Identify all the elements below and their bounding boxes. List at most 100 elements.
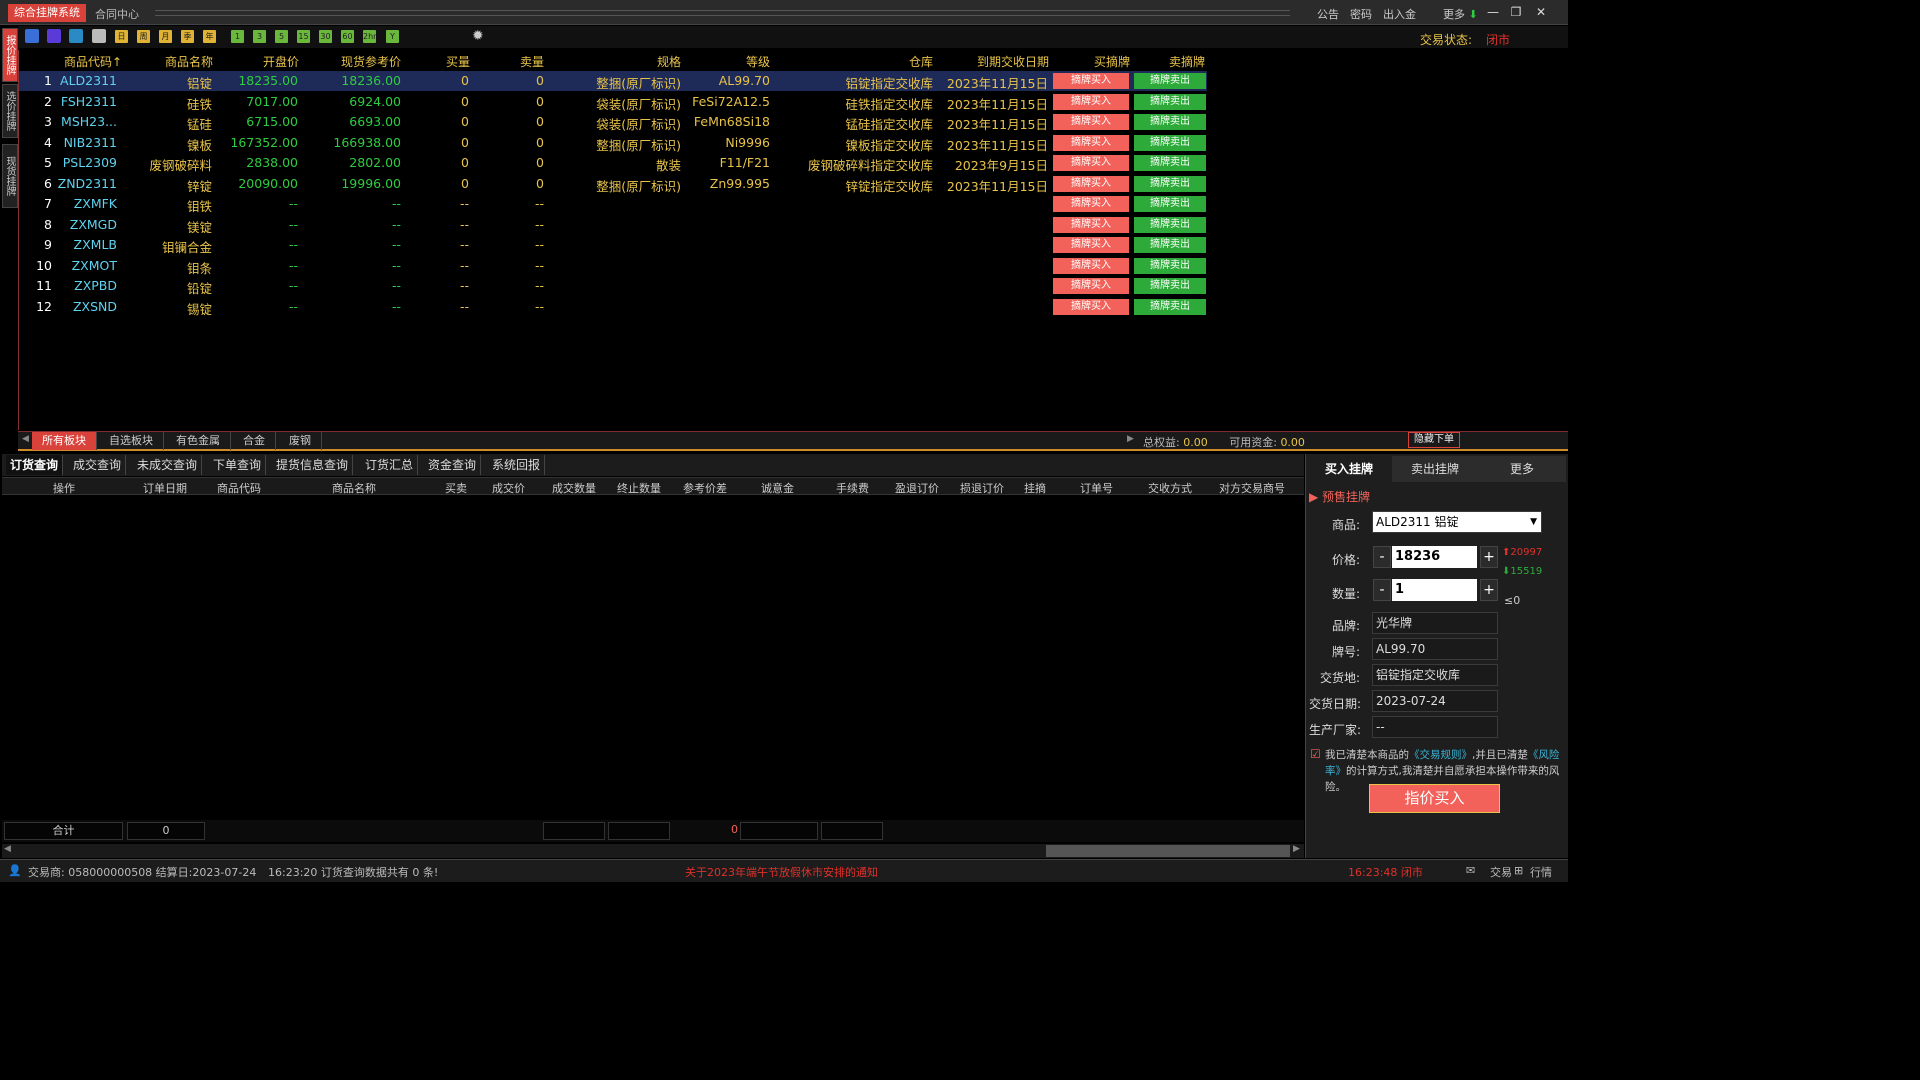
qcol-counterparty[interactable]: 对方交易商号 bbox=[1219, 480, 1285, 496]
minute-60-button[interactable]: 60 bbox=[341, 30, 354, 43]
product-select[interactable]: ALD2311 铝锭 ▼ bbox=[1372, 511, 1542, 533]
mail-icon[interactable]: ✉ bbox=[1466, 864, 1475, 877]
qcol-name[interactable]: 商品名称 bbox=[332, 480, 376, 496]
qcol-order-date[interactable]: 订单日期 bbox=[143, 480, 187, 496]
period-quarter-button[interactable]: 季 bbox=[181, 30, 194, 43]
pick-sell-button[interactable]: 摘牌卖出 bbox=[1134, 155, 1206, 171]
pick-buy-button[interactable]: 摘牌买入 bbox=[1053, 175, 1129, 192]
price-plus-button[interactable]: + bbox=[1480, 546, 1498, 568]
limit-buy-button[interactable]: 指价买入 bbox=[1369, 784, 1500, 813]
pick-sell-button[interactable]: 摘牌卖出 bbox=[1134, 73, 1206, 89]
agree-checkbox[interactable]: ☑ bbox=[1310, 748, 1322, 760]
pick-buy-button[interactable]: 摘牌买入 bbox=[1053, 257, 1129, 274]
vtab-select-listing[interactable]: 选价挂牌 bbox=[2, 84, 18, 138]
price-input[interactable]: 18236 bbox=[1392, 546, 1477, 568]
pick-buy-button[interactable]: 摘牌买入 bbox=[1053, 155, 1129, 171]
vtab-quote-listing[interactable]: 报价挂牌 bbox=[2, 28, 18, 82]
qcol-order-no[interactable]: 订单号 bbox=[1080, 480, 1113, 496]
qcol-fee[interactable]: 手续费 bbox=[836, 480, 869, 496]
pick-sell-button[interactable]: 摘牌卖出 bbox=[1134, 114, 1206, 130]
hscroll-thumb[interactable] bbox=[1046, 845, 1290, 857]
notice-menu[interactable]: 公告 bbox=[1317, 6, 1339, 22]
sector-tab-nonferrous[interactable]: 有色金属 bbox=[166, 432, 231, 450]
tab-fund-query[interactable]: 资金查询 bbox=[424, 455, 482, 475]
quote-mode-link[interactable]: 行情 bbox=[1530, 864, 1552, 880]
pick-sell-button[interactable]: 摘牌卖出 bbox=[1134, 278, 1206, 294]
tab-order-summary[interactable]: 订货汇总 bbox=[361, 455, 419, 475]
scroll-right-icon[interactable]: ▶ bbox=[1127, 434, 1134, 444]
sector-tab-all[interactable]: 所有板块 bbox=[32, 432, 97, 450]
table-view-icon[interactable] bbox=[92, 29, 106, 43]
pick-buy-button[interactable]: 摘牌买入 bbox=[1053, 93, 1129, 110]
tab-buy-listing[interactable]: 买入挂牌 bbox=[1306, 456, 1392, 482]
col-header-delivery-date[interactable]: 到期交收日期 bbox=[977, 53, 1049, 70]
col-header-open[interactable]: 开盘价 bbox=[263, 53, 299, 70]
pick-buy-button[interactable]: 摘牌买入 bbox=[1053, 196, 1129, 212]
settings-gear-icon[interactable]: ✹ bbox=[472, 28, 484, 44]
qcol-list-pick[interactable]: 挂摘 bbox=[1024, 480, 1046, 496]
period-day-button[interactable]: 日 bbox=[115, 30, 128, 43]
qcol-side[interactable]: 买卖 bbox=[445, 480, 467, 496]
qcol-delivery-method[interactable]: 交收方式 bbox=[1148, 480, 1192, 496]
tab-pending-query[interactable]: 未成交查询 bbox=[133, 455, 203, 475]
pick-buy-button[interactable]: 摘牌买入 bbox=[1053, 278, 1129, 294]
pick-sell-button[interactable]: 摘牌卖出 bbox=[1134, 196, 1206, 212]
col-header-warehouse[interactable]: 仓库 bbox=[909, 53, 933, 70]
pick-sell-button[interactable]: 摘牌卖出 bbox=[1134, 93, 1206, 110]
contract-center-tab[interactable]: 合同中心 bbox=[95, 6, 139, 22]
qty-input[interactable]: 1 bbox=[1392, 579, 1477, 601]
minimize-icon[interactable]: — bbox=[1484, 4, 1502, 20]
bar-chart-icon[interactable] bbox=[25, 29, 39, 43]
sector-tab-alloy[interactable]: 合金 bbox=[233, 432, 276, 450]
pick-buy-button[interactable]: 摘牌买入 bbox=[1053, 237, 1129, 253]
notice-link[interactable]: 关于2023年端午节放假休市安排的通知 bbox=[685, 864, 878, 880]
col-header-buy-qty[interactable]: 买量 bbox=[446, 53, 470, 70]
password-menu[interactable]: 密码 bbox=[1350, 6, 1372, 22]
col-header-ref-price[interactable]: 现货参考价 bbox=[341, 53, 401, 70]
tab-more[interactable]: 更多 bbox=[1478, 456, 1566, 482]
minute-5-button[interactable]: 5 bbox=[275, 30, 288, 43]
qty-minus-button[interactable]: - bbox=[1373, 579, 1391, 601]
qcol-code[interactable]: 商品代码 bbox=[217, 480, 261, 496]
pick-buy-button[interactable]: 摘牌买入 bbox=[1053, 73, 1129, 89]
qcol-stop-qty[interactable]: 终止数量 bbox=[617, 480, 661, 496]
hour-2-button[interactable]: 2hr bbox=[363, 30, 376, 43]
tab-submit-query[interactable]: 下单查询 bbox=[209, 455, 267, 475]
period-month-button[interactable]: 月 bbox=[159, 30, 172, 43]
sector-tab-scrap[interactable]: 废钢 bbox=[279, 432, 322, 450]
minute-1-button[interactable]: 1 bbox=[231, 30, 244, 43]
pick-sell-button[interactable]: 摘牌卖出 bbox=[1134, 216, 1206, 233]
col-header-sell-pick[interactable]: 卖摘牌 bbox=[1169, 53, 1205, 70]
scroll-left-icon[interactable]: ◀ bbox=[22, 434, 29, 444]
tab-system-report[interactable]: 系统回报 bbox=[488, 455, 546, 475]
price-minus-button[interactable]: - bbox=[1373, 546, 1391, 568]
y-button[interactable]: Y bbox=[386, 30, 399, 43]
qcol-action[interactable]: 操作 bbox=[53, 480, 75, 496]
tab-sell-listing[interactable]: 卖出挂牌 bbox=[1392, 456, 1478, 482]
deposit-menu[interactable]: 出入金 bbox=[1383, 6, 1416, 22]
pick-buy-button[interactable]: 摘牌买入 bbox=[1053, 134, 1129, 151]
qcol-loss-exit[interactable]: 损退订价 bbox=[960, 480, 1004, 496]
minute-3-button[interactable]: 3 bbox=[253, 30, 266, 43]
pick-sell-button[interactable]: 摘牌卖出 bbox=[1134, 134, 1206, 151]
pick-buy-button[interactable]: 摘牌买入 bbox=[1053, 298, 1129, 315]
minute-30-button[interactable]: 30 bbox=[319, 30, 332, 43]
hscroll-left-icon[interactable]: ◀ bbox=[4, 844, 11, 854]
restore-icon[interactable]: ❐ bbox=[1507, 4, 1525, 20]
col-header-grade[interactable]: 等级 bbox=[746, 53, 770, 70]
pick-sell-button[interactable]: 摘牌卖出 bbox=[1134, 298, 1206, 315]
pick-buy-button[interactable]: 摘牌买入 bbox=[1053, 216, 1129, 233]
qcol-deal-price[interactable]: 成交价 bbox=[492, 480, 525, 496]
qcol-deposit[interactable]: 诚意金 bbox=[761, 480, 794, 496]
pick-sell-button[interactable]: 摘牌卖出 bbox=[1134, 257, 1206, 274]
tab-order-query[interactable]: 订货查询 bbox=[6, 455, 64, 475]
close-icon[interactable]: ✕ bbox=[1532, 4, 1550, 20]
more-menu[interactable]: 更多 ⬇ bbox=[1443, 6, 1478, 22]
sector-tab-favorites[interactable]: 自选板块 bbox=[99, 432, 164, 450]
app-title-tab[interactable]: 综合挂牌系统 bbox=[8, 4, 86, 22]
pick-sell-button[interactable]: 摘牌卖出 bbox=[1134, 175, 1206, 192]
qcol-profit-exit[interactable]: 盈退订价 bbox=[895, 480, 939, 496]
hscroll-right-icon[interactable]: ▶ bbox=[1293, 844, 1300, 854]
tab-deal-query[interactable]: 成交查询 bbox=[69, 455, 127, 475]
period-week-button[interactable]: 周 bbox=[137, 30, 150, 43]
